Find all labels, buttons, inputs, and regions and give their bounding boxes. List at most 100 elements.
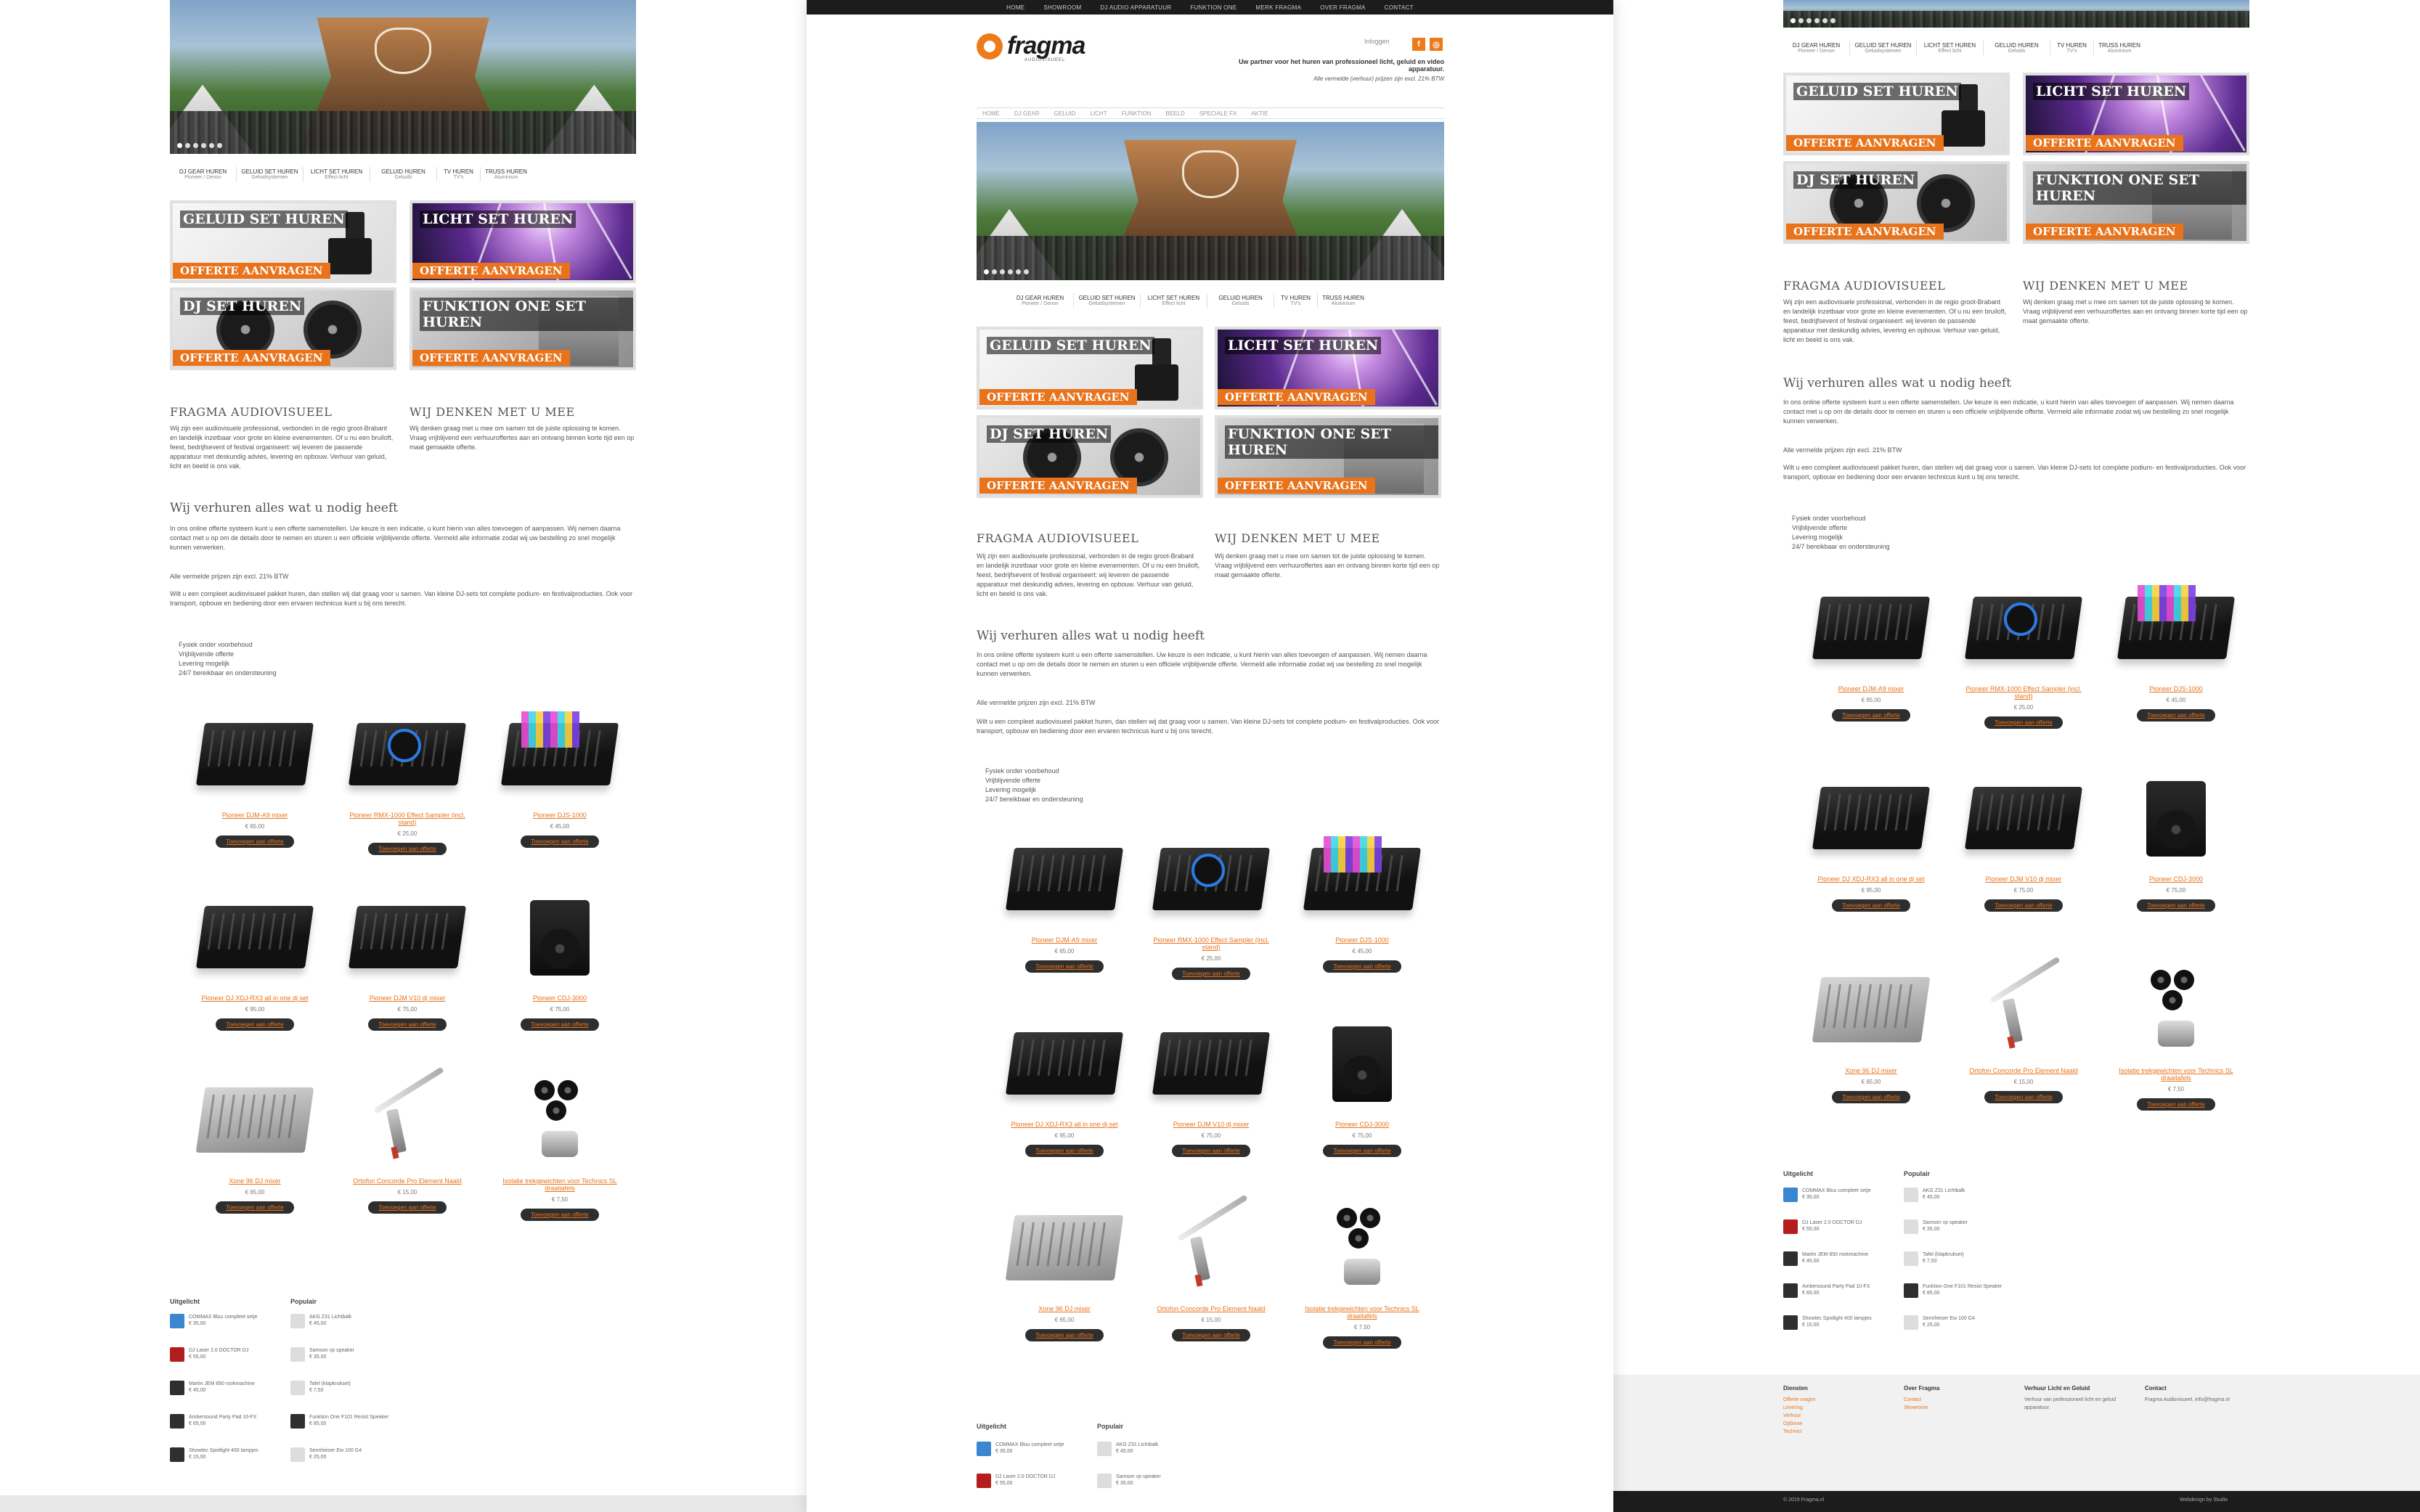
banner-dj-set[interactable]: DJ Set Huren Offerte aanvragen (170, 287, 396, 370)
banner-dj-set[interactable]: DJ Set Huren Offerte aanvragen (1783, 161, 2010, 244)
product-name[interactable]: Ortofon Concorde Pro Element Naald (1144, 1305, 1279, 1312)
add-to-quote-button[interactable]: Toevoegen aan offerte (521, 835, 599, 848)
slider-dots[interactable] (177, 143, 222, 148)
widget-item[interactable]: COMMAX Bluu compleet setje € 35,00 (1783, 1188, 1892, 1202)
banner-funktion-one[interactable]: Funktion One Set Huren Offerte aanvragen (1215, 415, 1441, 498)
product-name[interactable]: Xone 96 DJ mixer (1804, 1067, 1939, 1074)
banner-light-set[interactable]: Licht Set Huren Offerte aanvragen (410, 200, 636, 283)
product-name[interactable]: Pioneer DJ XDJ-RX3 all in one dj set (1804, 875, 1939, 883)
category-item[interactable]: Geluid Huren Geluids (1207, 293, 1274, 308)
widget-item[interactable]: Martin JEM 850 rookmachine € 45,00 (170, 1381, 279, 1395)
add-to-quote-button[interactable]: Toevoegen aan offerte (216, 1018, 294, 1031)
product-name[interactable]: Pioneer DJM V10 dj mixer (340, 994, 475, 1002)
category-item[interactable]: TV Huren TV's (437, 167, 481, 181)
widget-item[interactable]: DJ Laser 2.0 DOCTOR DJ € 55,00 (1783, 1219, 1892, 1234)
category-item[interactable]: TV Huren TV's (2050, 41, 2094, 55)
product-name[interactable]: Ortofon Concorde Pro Element Naald (1956, 1067, 2091, 1074)
widget-item[interactable]: Samson vp speaker € 35,00 (1904, 1219, 2013, 1234)
add-to-quote-button[interactable]: Toevoegen aan offerte (1984, 1091, 2063, 1103)
topnav-link[interactable]: Home (1006, 4, 1024, 11)
widget-item[interactable]: Martin JEM 850 rookmachine € 45,00 (1783, 1251, 1892, 1266)
add-to-quote-button[interactable]: Toevoegen aan offerte (1025, 960, 1104, 973)
add-to-quote-button[interactable]: Toevoegen aan offerte (1323, 960, 1401, 973)
mainnav-link[interactable]: Licht (1090, 110, 1107, 117)
add-to-quote-button[interactable]: Toevoegen aan offerte (368, 1018, 447, 1031)
product-name[interactable]: Pioneer DJM-A9 mixer (187, 812, 322, 819)
widget-item[interactable]: COMMAX Bluu compleet setje € 35,00 (170, 1314, 279, 1328)
add-to-quote-button[interactable]: Toevoegen aan offerte (521, 1018, 599, 1031)
widget-item[interactable]: Samson vp speaker € 35,00 (290, 1347, 399, 1362)
widget-item[interactable]: Sennheiser Ew 100 G4 € 25,00 (1904, 1315, 2013, 1330)
instagram-icon[interactable]: ◎ (1430, 38, 1443, 51)
product-name[interactable]: Isolatie trekgewichten voor Technics SL … (1295, 1305, 1430, 1320)
add-to-quote-button[interactable]: Toevoegen aan offerte (2137, 709, 2215, 722)
topnav-link[interactable]: Over Fragma (1320, 4, 1365, 11)
topnav-link[interactable]: Showroom (1043, 4, 1081, 11)
category-item[interactable]: Geluid Huren Geluids (370, 167, 437, 181)
widget-item[interactable]: AKG Z31 Lichtbalk € 45,00 (290, 1314, 399, 1328)
footer-link[interactable]: Offerte vragen (1783, 1396, 1885, 1404)
slider-dots[interactable] (984, 269, 1029, 274)
category-item[interactable]: Truss Huren Aluminium (2094, 41, 2145, 55)
product-name[interactable]: Pioneer RMX-1000 Effect Sampler (incl. s… (1956, 685, 2091, 700)
mainnav-link[interactable]: DJ Gear (1014, 110, 1040, 117)
product-name[interactable]: Pioneer RMX-1000 Effect Sampler (incl. s… (1144, 936, 1279, 951)
hero-slider[interactable] (977, 122, 1444, 280)
category-item[interactable]: DJ Gear Huren Pioneer / Denon (170, 167, 237, 181)
product-name[interactable]: Pioneer CDJ-3000 (2109, 875, 2244, 883)
add-to-quote-button[interactable]: Toevoegen aan offerte (1323, 1336, 1401, 1349)
widget-item[interactable]: Ambersound Party Pad 10-FX € 65,00 (170, 1414, 279, 1429)
product-name[interactable]: Xone 96 DJ mixer (997, 1305, 1132, 1312)
add-to-quote-button[interactable]: Toevoegen aan offerte (1172, 1329, 1250, 1341)
add-to-quote-button[interactable]: Toevoegen aan offerte (368, 1201, 447, 1214)
product-name[interactable]: Isolatie trekgewichten voor Technics SL … (2109, 1067, 2244, 1082)
add-to-quote-button[interactable]: Toevoegen aan offerte (1172, 968, 1250, 980)
product-name[interactable]: Isolatie trekgewichten voor Technics SL … (492, 1177, 627, 1192)
product-name[interactable]: Pioneer RMX-1000 Effect Sampler (incl. s… (340, 812, 475, 826)
category-item[interactable]: Truss Huren Aluminium (481, 167, 531, 181)
product-name[interactable]: Pioneer CDJ-3000 (492, 994, 627, 1002)
footer-link[interactable]: Technici (1783, 1428, 1885, 1436)
add-to-quote-button[interactable]: Toevoegen aan offerte (216, 1201, 294, 1214)
widget-item[interactable]: Tafel (klapkrukset) € 7,50 (290, 1381, 399, 1395)
widget-item[interactable]: DJ Laser 2.0 DOCTOR DJ € 55,00 (170, 1347, 279, 1362)
widget-item[interactable]: Showtec Spotlight 400 lampjes € 15,00 (170, 1447, 279, 1462)
category-item[interactable]: Geluid Huren Geluids (1984, 41, 2050, 55)
hero-slider[interactable] (1783, 0, 2249, 28)
category-item[interactable]: DJ Gear Huren Pioneer / Denon (1007, 293, 1074, 308)
product-name[interactable]: Pioneer DJS-1000 (492, 812, 627, 819)
category-item[interactable]: Licht Set Huren Effect licht (303, 167, 370, 181)
mainnav-link[interactable]: Geluid (1054, 110, 1076, 117)
product-name[interactable]: Pioneer DJM-A9 mixer (997, 936, 1132, 944)
add-to-quote-button[interactable]: Toevoegen aan offerte (1832, 709, 1910, 722)
topnav-link[interactable]: Contact (1385, 4, 1414, 11)
logo[interactable]: fragma (977, 32, 1085, 60)
add-to-quote-button[interactable]: Toevoegen aan offerte (1832, 1091, 1910, 1103)
hero-slider[interactable] (170, 0, 636, 154)
footer-link[interactable]: Levering (1783, 1404, 1885, 1412)
add-to-quote-button[interactable]: Toevoegen aan offerte (2137, 1098, 2215, 1111)
widget-item[interactable]: AKG Z31 Lichtbalk € 45,00 (1904, 1188, 2013, 1202)
widget-item[interactable]: Tafel (klapkrukset) € 7,50 (1904, 1251, 2013, 1266)
mainnav-link[interactable]: Funktion (1122, 110, 1152, 117)
footer-link[interactable]: Showroom (1904, 1404, 2005, 1412)
add-to-quote-button[interactable]: Toevoegen aan offerte (1025, 1145, 1104, 1157)
product-name[interactable]: Pioneer CDJ-3000 (1295, 1121, 1430, 1128)
mainnav-link[interactable]: Beeld (1165, 110, 1184, 117)
mainnav-link[interactable]: Home (982, 110, 1000, 117)
product-name[interactable]: Pioneer DJM-A9 mixer (1804, 685, 1939, 692)
footer-link[interactable]: Contact (1904, 1396, 2005, 1404)
mainnav-link[interactable]: Aktie (1251, 110, 1268, 117)
topnav-link[interactable]: DJ Audio Apparatuur (1101, 4, 1172, 11)
banner-light-set[interactable]: Licht Set Huren Offerte aanvragen (1215, 327, 1441, 409)
banner-dj-set[interactable]: DJ Set Huren Offerte aanvragen (977, 415, 1203, 498)
widget-item[interactable]: Sennheiser Ew 100 G4 € 25,00 (290, 1447, 399, 1462)
product-name[interactable]: Pioneer DJM V10 dj mixer (1956, 875, 2091, 883)
add-to-quote-button[interactable]: Toevoegen aan offerte (1832, 899, 1910, 912)
topnav-link[interactable]: Funktion One (1190, 4, 1237, 11)
widget-item[interactable]: Samson vp speaker € 35,00 (1097, 1474, 1206, 1488)
product-name[interactable]: Pioneer DJM V10 dj mixer (1144, 1121, 1279, 1128)
credit-link[interactable]: Webdesign by Studio (2180, 1497, 2228, 1503)
widget-item[interactable]: Showtec Spotlight 400 lampjes € 15,00 (1783, 1315, 1892, 1330)
topnav-link[interactable]: Merk Fragma (1255, 4, 1301, 11)
